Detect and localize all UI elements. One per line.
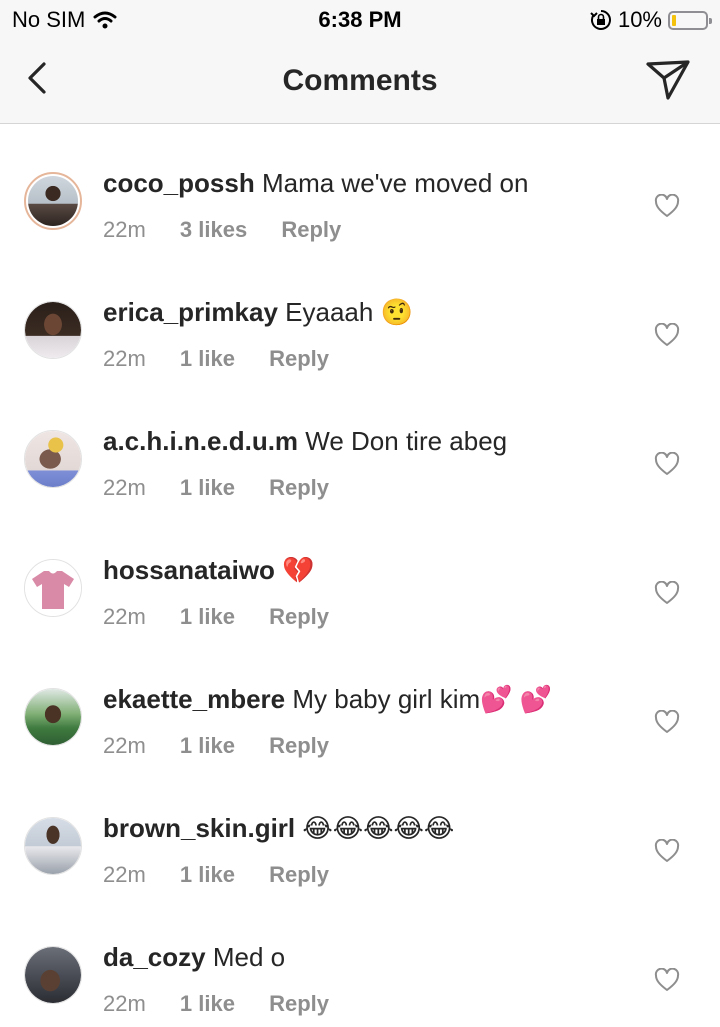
comment-item: da_cozy Med o 22m 1 like Reply: [0, 898, 720, 1027]
comment-body: 😂😂😂😂😂: [302, 813, 455, 843]
likes-count[interactable]: 3 likes: [180, 217, 247, 242]
comment-time: 22m: [103, 733, 146, 758]
page-title: Comments: [282, 64, 438, 97]
comment-body: Mama we've moved on: [261, 168, 529, 198]
heart-icon[interactable]: [654, 581, 680, 605]
comment-item: coco_possh Mama we've moved on 22m 3 lik…: [0, 124, 720, 253]
comment-meta: 22m 1 like Reply: [103, 604, 357, 630]
comment-time: 22m: [103, 475, 146, 500]
likes-count[interactable]: 1 like: [180, 991, 235, 1016]
status-right: 10%: [590, 7, 712, 33]
chevron-left-icon[interactable]: [20, 58, 60, 98]
avatar[interactable]: [24, 946, 82, 1004]
likes-count[interactable]: 1 like: [180, 346, 235, 371]
avatar[interactable]: [24, 430, 82, 488]
reply-button[interactable]: Reply: [269, 862, 329, 887]
reply-button[interactable]: Reply: [281, 217, 341, 242]
comment-time: 22m: [103, 862, 146, 887]
comment-item: hossanataiwo 💔 22m 1 like Reply: [0, 511, 720, 640]
avatar[interactable]: [24, 172, 82, 230]
comment-text: a.c.h.i.n.e.d.u.m We Don tire abeg: [103, 426, 507, 457]
comment-username[interactable]: ekaette_mbere: [103, 684, 285, 714]
comment-body: My baby girl kim💕 💕: [292, 684, 553, 714]
likes-count[interactable]: 1 like: [180, 733, 235, 758]
comment-text: coco_possh Mama we've moved on: [103, 168, 528, 199]
heart-icon[interactable]: [654, 452, 680, 476]
comment-time: 22m: [103, 991, 146, 1016]
navigation-bar: Comments: [0, 40, 720, 124]
avatar[interactable]: [24, 301, 82, 359]
comment-username[interactable]: erica_primkay: [103, 297, 278, 327]
comment-meta: 22m 3 likes Reply: [103, 217, 369, 243]
reply-button[interactable]: Reply: [269, 733, 329, 758]
battery-icon: [668, 10, 712, 30]
comment-meta: 22m 1 like Reply: [103, 346, 357, 372]
comment-time: 22m: [103, 217, 146, 242]
avatar[interactable]: [24, 559, 82, 617]
avatar[interactable]: [24, 688, 82, 746]
paper-plane-icon[interactable]: [644, 56, 692, 102]
comment-meta: 22m 1 like Reply: [103, 991, 357, 1017]
comment-item: erica_primkay Eyaaah 🤨 22m 1 like Reply: [0, 253, 720, 382]
comment-username[interactable]: coco_possh: [103, 168, 255, 198]
likes-count[interactable]: 1 like: [180, 475, 235, 500]
status-bar: No SIM 6:38 PM 10%: [0, 0, 720, 40]
comment-time: 22m: [103, 604, 146, 629]
likes-count[interactable]: 1 like: [180, 862, 235, 887]
comment-meta: 22m 1 like Reply: [103, 733, 357, 759]
comment-username[interactable]: da_cozy: [103, 942, 206, 972]
likes-count[interactable]: 1 like: [180, 604, 235, 629]
heart-icon[interactable]: [654, 323, 680, 347]
comment-item: brown_skin.girl 😂😂😂😂😂 22m 1 like Reply: [0, 769, 720, 898]
reply-button[interactable]: Reply: [269, 346, 329, 371]
reply-button[interactable]: Reply: [269, 475, 329, 500]
comment-meta: 22m 1 like Reply: [103, 475, 357, 501]
comment-body: 💔: [282, 555, 315, 585]
reply-button[interactable]: Reply: [269, 991, 329, 1016]
comment-item: ekaette_mbere My baby girl kim💕 💕 22m 1 …: [0, 640, 720, 769]
t-shirt-icon: [32, 571, 74, 609]
comment-time: 22m: [103, 346, 146, 371]
heart-icon[interactable]: [654, 710, 680, 734]
battery-percent: 10%: [617, 7, 662, 32]
rotation-lock-icon: [590, 10, 611, 30]
comment-body: We Don tire abeg: [305, 426, 508, 456]
comment-username[interactable]: brown_skin.girl: [103, 813, 295, 843]
heart-icon[interactable]: [654, 968, 680, 992]
comment-username[interactable]: hossanataiwo: [103, 555, 275, 585]
comment-text: da_cozy Med o: [103, 942, 285, 973]
comment-text: ekaette_mbere My baby girl kim💕 💕: [103, 684, 552, 715]
reply-button[interactable]: Reply: [269, 604, 329, 629]
comment-body: Med o: [212, 942, 286, 972]
heart-icon[interactable]: [654, 839, 680, 863]
comment-item: a.c.h.i.n.e.d.u.m We Don tire abeg 22m 1…: [0, 382, 720, 511]
comment-body: Eyaaah 🤨: [285, 297, 413, 327]
comment-username[interactable]: a.c.h.i.n.e.d.u.m: [103, 426, 298, 456]
comment-text: brown_skin.girl 😂😂😂😂😂: [103, 813, 454, 844]
comment-list: coco_possh Mama we've moved on 22m 3 lik…: [0, 124, 720, 1027]
avatar[interactable]: [24, 817, 82, 875]
heart-icon[interactable]: [654, 194, 680, 218]
comment-text: erica_primkay Eyaaah 🤨: [103, 297, 413, 328]
comment-meta: 22m 1 like Reply: [103, 862, 357, 888]
comment-text: hossanataiwo 💔: [103, 555, 315, 586]
